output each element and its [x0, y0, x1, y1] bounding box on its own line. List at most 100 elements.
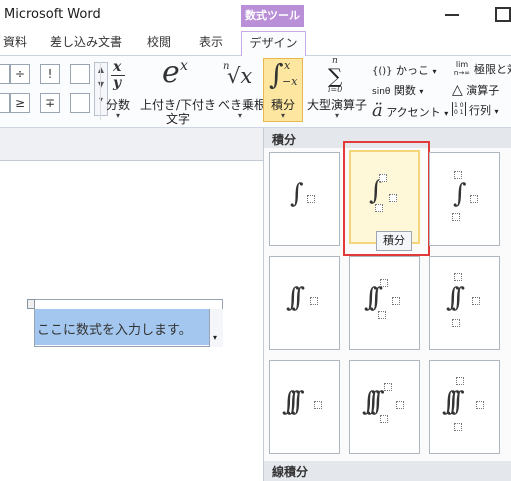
gallery-item-integral[interactable]: ∫ — [269, 152, 340, 246]
tab-review[interactable]: 校閲 — [140, 31, 178, 55]
symbol-button-minus-plus[interactable]: ∓ — [40, 93, 60, 113]
placeholder-box-upper — [380, 279, 388, 287]
maximize-icon[interactable] — [492, 4, 511, 24]
limit-icon: lim n→∞ — [453, 60, 471, 77]
script-icon-sup: x — [180, 58, 188, 74]
function-button[interactable]: sinθ 関数 ▾ — [372, 82, 423, 98]
equation-drag-handle[interactable] — [27, 299, 35, 309]
symbol-button-divide[interactable]: ÷ — [10, 64, 30, 84]
symbol-button-geq[interactable]: ≥ — [10, 93, 30, 113]
placeholder-box-upper — [379, 174, 387, 182]
symbol-button-partial-4[interactable] — [70, 93, 90, 113]
gallery-item-triple-integral-stacked-limits[interactable]: ∫∫∫ — [429, 360, 500, 454]
fraction-icon-bottom: y — [113, 75, 122, 91]
gallery-item-double-integral[interactable]: ∫∫ — [269, 256, 340, 350]
gallery-item-integral-stacked-limits[interactable]: ∫ — [429, 152, 500, 246]
function-dropdown-icon: ▾ — [419, 87, 424, 96]
accent-label: アクセント — [386, 106, 441, 119]
gallery-item-triple-integral[interactable]: ∫∫∫ — [269, 360, 340, 454]
placeholder-box-upper — [454, 171, 462, 179]
placeholder-box-upper — [384, 383, 392, 391]
placeholder-box-upper — [454, 273, 462, 281]
placeholder-box — [307, 195, 315, 203]
equation-options-button[interactable]: ▾ — [209, 309, 223, 347]
triple-integral-glyph: ∫∫∫ — [282, 387, 304, 417]
integral-dropdown-icon: ▾ — [280, 111, 285, 120]
bracket-label: かっこ — [396, 64, 430, 77]
double-integral-glyph: ∫∫ — [286, 283, 305, 313]
placeholder-box — [310, 297, 318, 305]
equation-tools-context-header: 数式ツール — [241, 5, 304, 27]
matrix-button[interactable]: 1 00 1 行列 ▾ — [452, 102, 499, 118]
radical-dropdown-icon: ▾ — [237, 111, 242, 120]
placeholder-box — [389, 194, 397, 202]
large-operator-dropdown-icon: ▾ — [334, 111, 339, 120]
gallery-item-triple-integral-limits[interactable]: ∫∫∫ — [349, 360, 420, 454]
symbol-button-partial-3[interactable] — [0, 93, 10, 113]
symbol-button-factorial[interactable]: ! — [40, 64, 60, 84]
gallery-item-double-integral-limits[interactable]: ∫∫ — [349, 256, 420, 350]
fraction-button[interactable]: x y 分数 ▾ — [106, 58, 130, 122]
radical-button[interactable]: n √x べき乗根 ▾ — [218, 58, 266, 122]
integral-button[interactable]: ∫ x −x 積分 ▾ — [263, 58, 303, 122]
matrix-label: 行列 — [469, 104, 492, 117]
placeholder-box-lower — [454, 423, 462, 431]
script-icon-base: e — [162, 55, 180, 90]
script-label-line2: 文字 — [165, 112, 190, 126]
operator-button[interactable]: △ 演算子 — [452, 82, 499, 98]
integral-icon-upper: x — [284, 59, 291, 72]
large-operator-icon-lower: i=0 — [328, 85, 343, 94]
operator-label: 演算子 — [466, 84, 500, 97]
document-ruler-band — [0, 128, 263, 161]
minimize-icon[interactable] — [442, 4, 462, 24]
placeholder-box — [392, 297, 400, 305]
equation-options-arrow-icon: ▾ — [213, 333, 218, 342]
accent-button[interactable]: ä アクセント ▾ — [372, 100, 448, 121]
placeholder-box-lower — [452, 213, 460, 221]
placeholder-box-upper — [456, 377, 464, 385]
limit-label: 極限と対 — [474, 63, 511, 76]
fraction-dropdown-icon: ▾ — [115, 111, 120, 120]
app-title: Microsoft Word — [4, 7, 101, 22]
bracket-dropdown-icon: ▾ — [432, 67, 437, 76]
function-icon: sinθ — [372, 87, 391, 97]
double-integral-glyph: ∫∫ — [446, 283, 465, 313]
placeholder-box — [396, 401, 404, 409]
triple-integral-glyph: ∫∫∫ — [362, 387, 384, 417]
symbol-button-partial-1[interactable] — [0, 64, 10, 84]
matrix-dropdown-icon: ▾ — [494, 107, 499, 116]
tab-view[interactable]: 表示 — [192, 31, 230, 55]
tab-mailings[interactable]: 差し込み文書 — [48, 31, 124, 55]
placeholder-box-lower — [380, 415, 388, 423]
radical-icon: √x — [227, 64, 253, 88]
bracket-button[interactable]: {()} かっこ ▾ — [372, 62, 437, 78]
equation-placeholder-text[interactable]: ここに数式を入力します。 — [37, 319, 192, 338]
group-separator — [100, 62, 101, 120]
tab-references[interactable]: 資料 — [0, 31, 30, 55]
placeholder-box — [314, 401, 322, 409]
symbol-button-partial-2[interactable] — [70, 64, 90, 84]
tooltip: 積分 — [376, 231, 412, 251]
gallery-section-header-contour-integral: 線積分 — [264, 461, 511, 481]
placeholder-box-lower — [375, 204, 383, 212]
gallery-item-double-integral-stacked-limits[interactable]: ∫∫ — [429, 256, 500, 350]
script-button[interactable]: e x 上付き/下付き 文字 — [140, 55, 216, 127]
placeholder-box — [472, 297, 480, 305]
integral-glyph: ∫ — [453, 179, 467, 209]
large-operator-button[interactable]: n ∑ i=0 大型演算子 ▾ — [306, 56, 368, 122]
operator-icon: △ — [452, 82, 463, 98]
accent-dropdown-icon: ▾ — [444, 109, 449, 118]
integral-glyph: ∫ — [290, 179, 304, 209]
placeholder-box — [470, 195, 478, 203]
fraction-icon-top: x — [113, 59, 122, 75]
matrix-icon: 1 00 1 — [452, 102, 466, 116]
accent-icon: ä — [372, 100, 383, 121]
tab-design[interactable]: デザイン — [241, 31, 306, 56]
placeholder-box-lower — [378, 311, 386, 319]
bracket-icon: {()} — [372, 66, 393, 77]
integral-icon-lower: −x — [282, 75, 298, 88]
triple-integral-glyph: ∫∫∫ — [442, 387, 464, 417]
placeholder-box — [476, 401, 484, 409]
function-label: 関数 — [393, 84, 416, 97]
gallery-item-integral-limits[interactable]: ∫ — [349, 150, 420, 244]
